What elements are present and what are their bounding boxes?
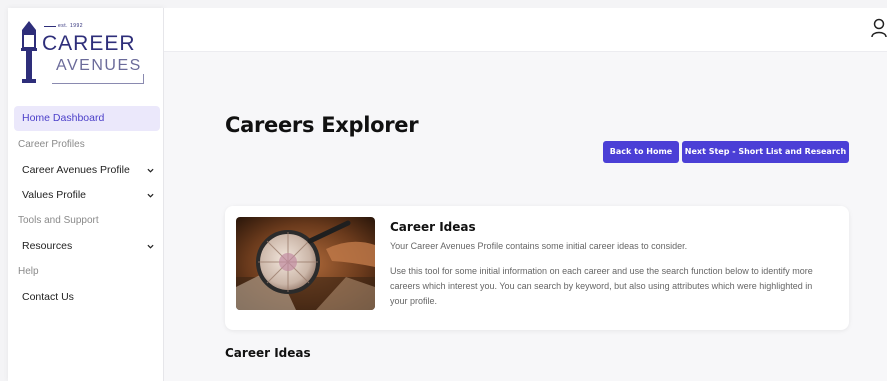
sidebar-item-label: Career Avenues Profile: [22, 164, 130, 176]
sidebar-item-home-dashboard[interactable]: Home Dashboard: [14, 106, 160, 131]
logo-est: est. 1992: [58, 23, 84, 29]
chevron-down-icon: [147, 193, 154, 198]
card-title: Career Ideas: [390, 220, 476, 234]
sidebar-item-label: Values Profile: [22, 189, 87, 201]
sidebar: est. 1992 CAREER AVENUES Home Dashboard …: [8, 8, 164, 381]
page-title: Careers Explorer: [225, 113, 419, 137]
sidebar-item-resources[interactable]: Resources: [14, 234, 160, 259]
back-to-home-button[interactable]: Back to Home: [603, 141, 679, 163]
sidebar-item-contact-us[interactable]: Contact Us: [14, 285, 160, 310]
lamp-tower-icon: [21, 21, 37, 83]
sidebar-item-label: Resources: [22, 240, 73, 252]
chevron-down-icon: [147, 168, 154, 173]
chevron-down-icon: [147, 244, 154, 249]
magnifying-glass-image: [236, 217, 375, 310]
sidebar-item-career-avenues-profile[interactable]: Career Avenues Profile: [14, 158, 160, 183]
sidebar-item-label: Contact Us: [22, 291, 74, 303]
next-step-button[interactable]: Next Step - Short List and Research: [682, 141, 849, 163]
top-bar: [164, 8, 887, 52]
logo-word-avenues: AVENUES: [56, 57, 142, 74]
career-ideas-card: Career Ideas Your Career Avenues Profile…: [225, 206, 849, 330]
career-avenues-logo[interactable]: est. 1992 CAREER AVENUES: [16, 20, 156, 86]
card-description-text: Use this tool for some initial informati…: [390, 266, 813, 306]
user-icon[interactable]: [871, 18, 887, 38]
section-title-career-ideas: Career Ideas: [225, 346, 311, 360]
main-content: Careers Explorer Back to Home Next Step …: [164, 52, 887, 381]
sidebar-heading-career-profiles: Career Profiles: [18, 139, 85, 150]
sidebar-heading-help: Help: [18, 266, 39, 277]
sidebar-item-values-profile[interactable]: Values Profile: [14, 183, 160, 208]
card-intro-text: Your Career Avenues Profile contains som…: [390, 241, 688, 251]
sidebar-item-label: Home Dashboard: [22, 112, 105, 124]
sidebar-nav: Home Dashboard Career Profiles Career Av…: [14, 106, 160, 310]
logo-word-career: CAREER: [42, 32, 136, 55]
sidebar-heading-tools-support: Tools and Support: [18, 215, 99, 226]
